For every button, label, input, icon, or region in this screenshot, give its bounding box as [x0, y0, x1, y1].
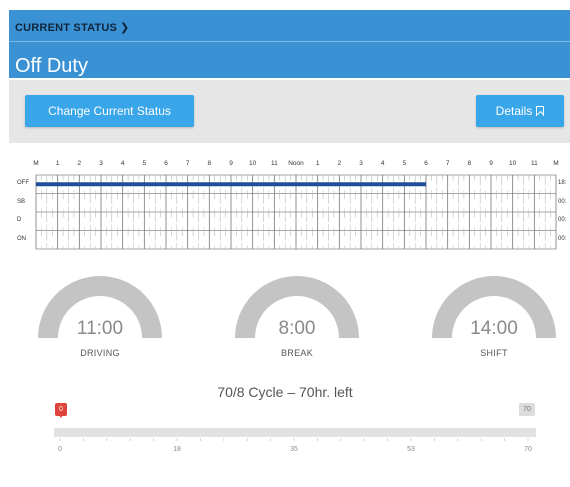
- cycle-ticks: [59, 438, 529, 441]
- hour-label: 3: [99, 160, 103, 167]
- shift-gauge: 14:00 SHIFT: [429, 270, 559, 365]
- row-label-on: ON: [17, 235, 26, 242]
- hour-label: 1: [315, 160, 320, 167]
- hour-label: 8: [467, 160, 472, 167]
- cycle-tick-label: 18: [173, 446, 181, 453]
- break-gauge: 8:00 BREAK: [232, 270, 362, 365]
- break-label: BREAK: [280, 348, 313, 358]
- change-current-status-button[interactable]: Change Current Status: [25, 95, 194, 127]
- hour-label: 2: [77, 160, 82, 167]
- row-total: 18:: [558, 180, 567, 187]
- shift-label: SHIFT: [480, 348, 508, 358]
- driving-label: DRIVING: [80, 348, 120, 358]
- status-header: CURRENT STATUS ❯ Off Duty: [9, 10, 570, 78]
- hour-label: 5: [142, 160, 147, 167]
- hour-label: 4: [120, 160, 125, 167]
- cycle-tick-label: 70: [524, 446, 532, 453]
- cycle-tick-label: 0: [58, 446, 62, 453]
- hour-label: Noon: [288, 160, 304, 167]
- hour-label: 10: [249, 160, 257, 167]
- hour-label: 9: [229, 160, 233, 167]
- hour-label: 11: [270, 160, 278, 167]
- hour-label: 7: [445, 160, 450, 167]
- bookmark-icon: [536, 106, 545, 116]
- hour-label: 2: [337, 160, 342, 167]
- change-current-status-label: Change Current Status: [48, 104, 171, 118]
- hour-label: 3: [359, 160, 363, 167]
- driving-time-value: 11:00: [76, 318, 124, 339]
- cycle-tick-label: 35: [290, 446, 298, 453]
- action-bar: Change Current Status Details: [9, 80, 570, 143]
- row-label-sb: SB: [17, 198, 26, 205]
- cycle-title: 70/8 Cycle – 70hr. left: [217, 384, 353, 400]
- row-total: 00:: [558, 198, 567, 205]
- hour-label: 5: [402, 160, 407, 167]
- hour-label: 7: [185, 160, 190, 167]
- hour-label: 11: [530, 160, 538, 167]
- driving-gauge: 11:00 DRIVING: [35, 270, 165, 365]
- shift-time-value: 14:00: [470, 318, 518, 339]
- row-label-d: D: [17, 217, 22, 224]
- current-status-title: Off Duty: [15, 55, 88, 77]
- cycle-max-badge: 70: [519, 403, 535, 416]
- hour-label: M: [33, 160, 39, 167]
- hour-label: 10: [509, 160, 517, 167]
- hour-label: 6: [164, 160, 168, 167]
- break-time-value: 8:00: [278, 318, 316, 339]
- hour-label: 8: [207, 160, 212, 167]
- details-button[interactable]: Details: [476, 95, 564, 127]
- row-total: 00:: [558, 235, 567, 242]
- hour-label: 9: [489, 160, 493, 167]
- row-label-off: OFF: [17, 180, 29, 187]
- chevron-right-icon: ❯: [120, 22, 130, 34]
- details-label: Details: [495, 104, 533, 118]
- hour-label: 6: [424, 160, 428, 167]
- cycle-tick-label: 53: [407, 446, 415, 453]
- log-grid-graphic: [35, 174, 557, 250]
- hour-label: 1: [55, 160, 60, 167]
- header-divider: [9, 41, 570, 42]
- breadcrumb-label: CURRENT STATUS: [15, 22, 117, 34]
- breadcrumb-current-status[interactable]: CURRENT STATUS ❯: [15, 21, 129, 34]
- duty-log-grid: M 1 2 3 4 5 6 7 8 9 10 11 Noon 1 2 3 4 5 6 7 8 9 10 11 M OFF 18: SB…: [0, 160, 570, 255]
- hour-label: 4: [380, 160, 385, 167]
- cycle-current-marker: 0: [55, 403, 67, 418]
- hour-label: M: [553, 160, 559, 167]
- row-total: 00:: [558, 217, 567, 224]
